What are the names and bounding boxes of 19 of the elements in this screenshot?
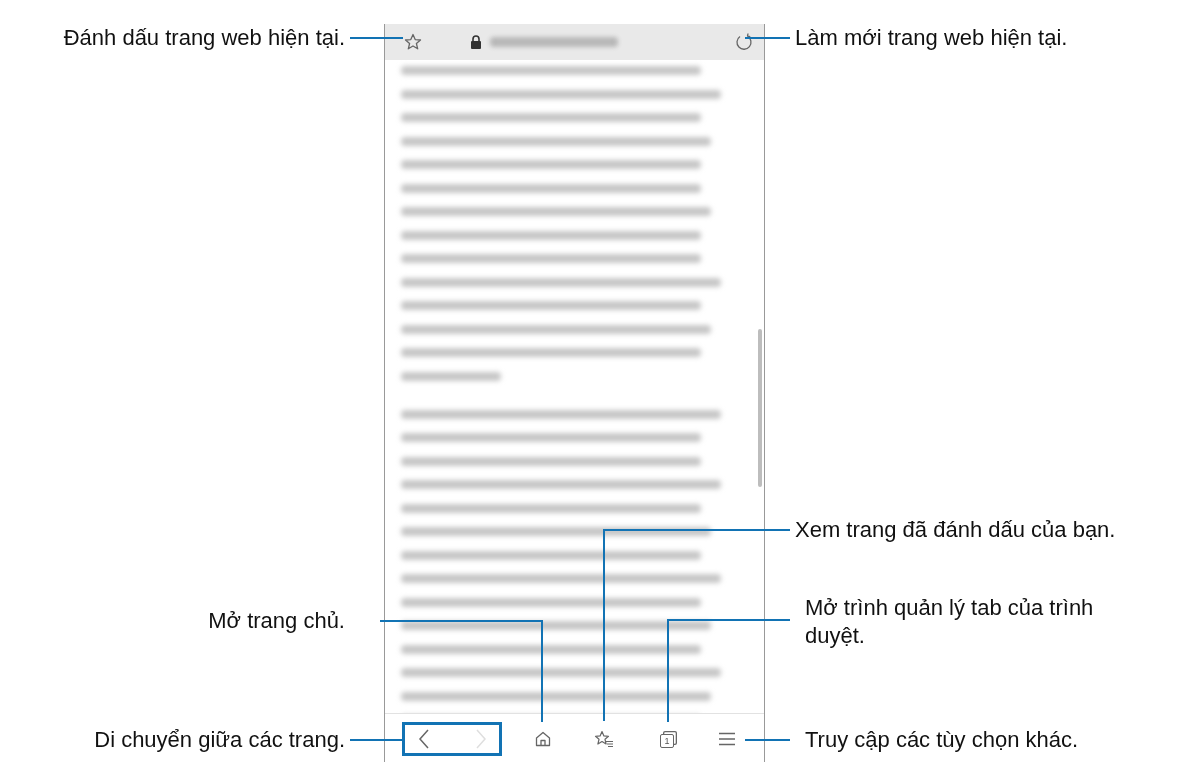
callout-label: Mở trang chủ. xyxy=(208,607,345,635)
leader-line xyxy=(350,37,403,39)
refresh-icon xyxy=(735,33,753,51)
callout-label: Làm mới trang web hiện tại. xyxy=(795,24,1068,52)
star-list-icon xyxy=(594,730,614,748)
callout-label: Mở trình quản lý tab của trình duyệt. xyxy=(805,594,1095,650)
tabs-button[interactable]: 1 xyxy=(647,724,687,754)
refresh-button[interactable] xyxy=(734,32,754,52)
callout-label: Truy cập các tùy chọn khác. xyxy=(805,726,1079,754)
home-icon xyxy=(535,731,551,747)
leader-line xyxy=(745,37,790,39)
callout-label: Xem trang đã đánh dấu của bạn. xyxy=(795,516,1116,544)
leader-line xyxy=(745,739,790,741)
star-icon xyxy=(404,33,422,51)
menu-icon xyxy=(718,732,736,746)
callout-label: Di chuyển giữa các trang. xyxy=(94,726,345,754)
bookmark-button[interactable] xyxy=(403,32,423,52)
lock-icon xyxy=(469,35,482,49)
callout-label: Đánh dấu trang web hiện tại. xyxy=(63,24,345,52)
